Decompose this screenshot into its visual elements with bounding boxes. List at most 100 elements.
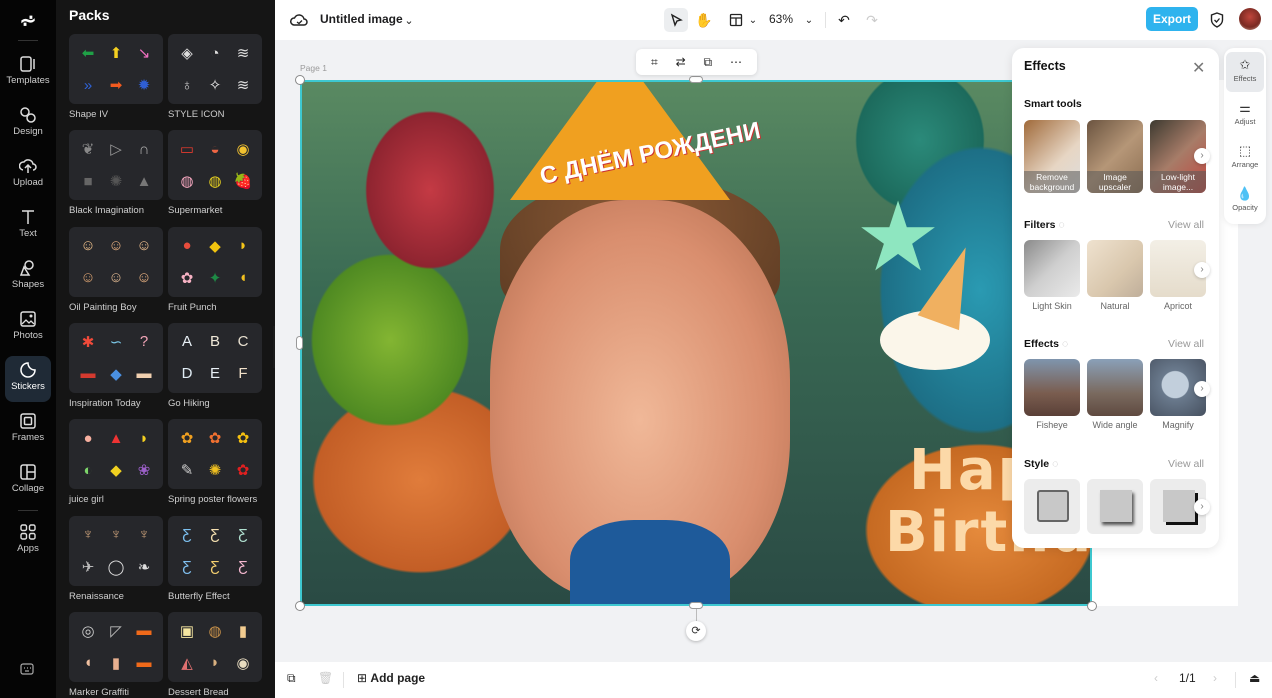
redo-button[interactable]: ↷ — [860, 8, 884, 32]
sticker-pack[interactable]: ⬅ ⬆ ↘ » ➡ ✹ Shape IV — [69, 34, 163, 120]
export-button[interactable]: Export — [1146, 7, 1198, 31]
cloud-save-icon[interactable] — [287, 8, 311, 32]
sticker-pack-thumbnail[interactable]: ABC DEF — [168, 322, 262, 393]
sticker-pack[interactable]: ▣ ◍ ▮ ◭ ◗ ◉ Dessert Bread — [168, 611, 262, 698]
rail-item-text[interactable]: Text — [5, 203, 51, 249]
sticker-pack[interactable]: Ƹ Ƹ Ƹ Ƹ Ƹ Ƹ Butterfly Effect — [168, 515, 262, 602]
sticker-pack-thumbnail[interactable]: ● ◆ ◗ ✿ ✦ ◖ — [168, 226, 262, 297]
sticker-pack-thumbnail[interactable]: ▭ ◒ ◉ ◍ ◍ 🍓 — [168, 130, 262, 201]
rail-item-collage[interactable]: Collage — [5, 458, 51, 504]
capcut-logo-icon[interactable]: ⩫ — [14, 8, 42, 32]
style-view-all-link[interactable]: View all — [1168, 458, 1204, 470]
resize-handle-bottom-right[interactable] — [1087, 601, 1097, 611]
side-tool-adjust[interactable]: ⚌ Adjust — [1226, 95, 1264, 135]
sticker-pack-thumbnail[interactable]: ♆ ♆ ♆ ✈ ◯ ❧ — [69, 515, 163, 586]
style-outline[interactable] — [1024, 479, 1080, 534]
sticker-pack[interactable]: ● ◆ ◗ ✿ ✦ ◖ Fruit Punch — [168, 226, 262, 313]
sticker-pack-thumbnail[interactable]: ⬅ ⬆ ↘ » ➡ ✹ — [69, 34, 163, 104]
smart-tool-image-upscaler[interactable]: Image upscaler — [1087, 120, 1143, 193]
rail-item-stickers[interactable]: Stickers — [5, 356, 51, 402]
more-icon[interactable]: ⋯ — [730, 55, 742, 69]
sticker-preview: ≋ — [236, 77, 250, 94]
rail-item-photos[interactable]: Photos — [5, 305, 51, 351]
sticker-pack-thumbnail[interactable]: ƸƸƸƸƸƸ — [168, 515, 262, 586]
sticker-pack[interactable]: ◎ ◸ ▬ ◖ ▮ ▬ Marker Graffiti — [69, 611, 163, 698]
duplicate-icon[interactable]: ⧉ — [704, 55, 713, 70]
style-next-button[interactable]: › — [1194, 499, 1210, 515]
sticker-pack-thumbnail[interactable]: ▣ ◍ ▮ ◭ ◗ ◉ — [168, 611, 262, 682]
sticker-preview: ♆ — [110, 526, 122, 543]
sticker-pack[interactable]: ▭ ◒ ◉ ◍ ◍ 🍓 Supermarket — [168, 130, 262, 216]
sticker-pack[interactable]: ☺ ☺ ☺ ☺ ☺ ☺ Oil Painting Boy — [69, 226, 163, 313]
side-tool-arrange[interactable]: ⬚ Arrange — [1226, 138, 1264, 178]
sticker-pack-thumbnail[interactable]: ◎ ◸ ▬ ◖ ▮ ▬ — [69, 611, 163, 682]
sticker-pack[interactable]: A B C D E F Go Hiking — [168, 322, 262, 409]
filters-view-all-link[interactable]: View all — [1168, 219, 1204, 231]
sticker-pack[interactable]: ● ▲ ◗ ◐ ◆ ❀ juice girl — [69, 419, 163, 505]
smart-tools-next-button[interactable]: › — [1194, 148, 1210, 164]
title-chevron-down-icon[interactable]: ⌄ — [397, 8, 421, 32]
resize-handle-bottom-left[interactable] — [295, 601, 305, 611]
replace-icon[interactable]: ⇄ — [676, 55, 686, 69]
sticker-pack-thumbnail[interactable]: ✿ ✿ ✿ ✎ ✺ ✿ — [168, 419, 262, 490]
duplicate-page-icon[interactable]: ⧉ — [287, 671, 296, 686]
canvas-image[interactable]: С ДНЁМ РОЖДЕНИ ★ Happ Birthday — [300, 80, 1092, 606]
sticker-pack-thumbnail[interactable]: ✱ ∽? ▬ ◆ ▬ — [69, 322, 163, 393]
smart-tool-remove-background[interactable]: Remove background — [1024, 120, 1080, 193]
resize-handle-top-left[interactable] — [295, 75, 305, 85]
effect-wide-angle[interactable] — [1087, 359, 1143, 416]
side-tool-effects[interactable]: ✩ Effects — [1226, 52, 1264, 92]
rail-item-frames[interactable]: Frames — [5, 407, 51, 453]
sticker-pack-thumbnail[interactable]: ● ▲ ◗ ◐ ◆ ❀ — [69, 419, 163, 490]
sticker-preview: C — [237, 333, 249, 351]
page-manager-icon[interactable]: ⏏ — [1249, 671, 1260, 685]
rail-item-apps[interactable]: Apps — [5, 518, 51, 564]
reset-icon[interactable]: ◌ — [1062, 338, 1068, 350]
layout-chevron-down-icon[interactable]: ⌄ — [741, 8, 765, 32]
user-avatar[interactable] — [1239, 8, 1261, 30]
sticker-pack[interactable]: ✱ ∽? ▬ ◆ ▬ Inspiration Today — [69, 322, 163, 409]
sticker-pack[interactable]: ♆ ♆ ♆ ✈ ◯ ❧ Renaissance — [69, 515, 163, 602]
effects-next-button[interactable]: › — [1194, 381, 1210, 397]
reset-icon[interactable]: ◌ — [1059, 219, 1065, 231]
sticker-preview: ▲ — [136, 172, 152, 190]
keyboard-shortcuts-icon[interactable] — [20, 663, 34, 675]
style-soft-shadow[interactable] — [1087, 479, 1143, 534]
add-page-button[interactable]: ⊞ Add page — [357, 671, 425, 685]
shield-button[interactable] — [1205, 8, 1229, 32]
rail-item-upload[interactable]: Upload — [5, 152, 51, 198]
filters-next-button[interactable]: › — [1194, 262, 1210, 278]
side-tool-opacity[interactable]: 💧 Opacity — [1226, 181, 1264, 221]
resize-handle-bottom[interactable] — [689, 602, 703, 609]
effects-view-all-link[interactable]: View all — [1168, 338, 1204, 350]
filter-natural[interactable] — [1087, 240, 1143, 297]
rail-item-design[interactable]: Design — [5, 101, 51, 147]
crop-icon[interactable]: ⌗ — [651, 55, 658, 70]
effects-panel-title: Effects — [1024, 59, 1066, 73]
zoom-level[interactable]: 63% — [769, 12, 793, 26]
rotate-handle[interactable]: ⟳ — [686, 621, 706, 641]
sticker-pack[interactable]: ❦ ▷ ∩ ■ ✺ ▲ Black Imagination — [69, 130, 163, 216]
rail-item-shapes[interactable]: Shapes — [5, 254, 51, 300]
sticker-pack-thumbnail[interactable]: ◈ ◔ ≋ ♁ ✧ ≋ — [168, 34, 262, 104]
undo-button[interactable]: ↶ — [832, 8, 856, 32]
close-icon[interactable]: ✕ — [1192, 58, 1205, 78]
next-page-button[interactable]: › — [1213, 671, 1217, 685]
sticker-pack[interactable]: ◈ ◔ ≋ ♁ ✧ ≋ STYLE ICON — [168, 34, 262, 120]
sticker-pack-thumbnail[interactable]: ☺ ☺ ☺ ☺ ☺ ☺ — [69, 226, 163, 297]
hand-tool-button[interactable]: ✋ — [692, 8, 716, 32]
resize-handle-left[interactable] — [296, 336, 303, 350]
sticker-pack[interactable]: ✿ ✿ ✿ ✎ ✺ ✿ Spring poster flowers — [168, 419, 262, 505]
select-tool-button[interactable] — [664, 8, 688, 32]
document-title[interactable]: Untitled image — [320, 12, 403, 26]
rail-item-templates[interactable]: Templates — [5, 50, 51, 96]
reset-icon[interactable]: ◌ — [1052, 458, 1058, 470]
resize-handle-top[interactable] — [689, 76, 703, 83]
sticker-pack-thumbnail[interactable]: ❦ ▷ ∩ ■ ✺ ▲ — [69, 130, 163, 201]
zoom-chevron-down-icon[interactable]: ⌄ — [797, 8, 821, 32]
delete-page-icon[interactable]: 🗑 — [318, 671, 333, 685]
filter-light-skin[interactable] — [1024, 240, 1080, 297]
prev-page-button[interactable]: ‹ — [1154, 671, 1158, 685]
effect-fisheye[interactable] — [1024, 359, 1080, 416]
sticker-preview: ◍ — [180, 173, 194, 191]
